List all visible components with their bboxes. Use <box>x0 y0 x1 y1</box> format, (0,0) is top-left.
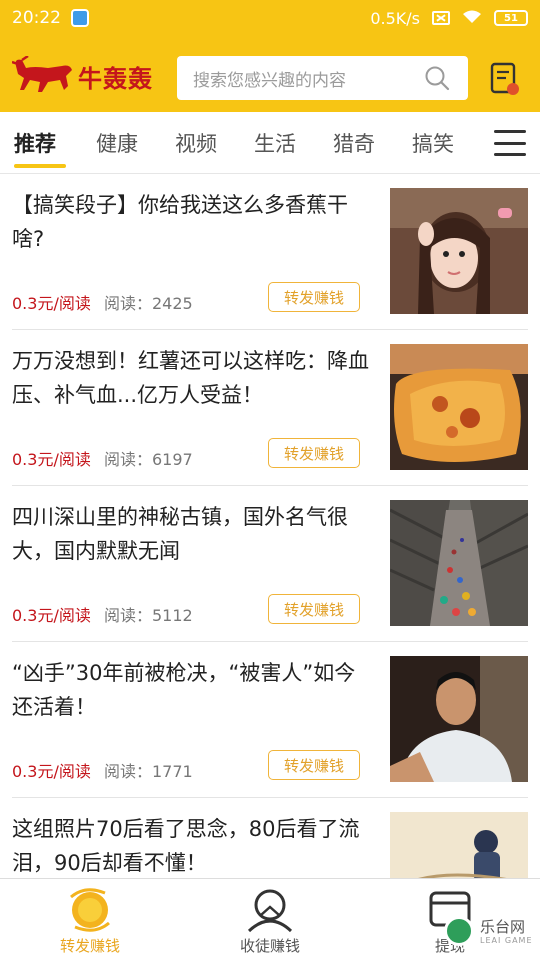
tab-video[interactable]: 视频 <box>175 128 217 158</box>
nav-share-earn[interactable]: 转发赚钱 <box>20 879 160 960</box>
article-title[interactable]: “凶手”30年前被枪决，“被害人”如今还活着！ <box>12 656 374 724</box>
apprentice-icon <box>247 889 293 933</box>
article-thumbnail[interactable] <box>390 188 528 314</box>
article-title[interactable]: 这组照片70后看了思念，80后看了流泪，90后却看不懂！ <box>12 812 374 878</box>
app-header: 牛轰轰 搜索您感兴趣的内容 <box>0 36 540 112</box>
logo-text: 牛轰轰 <box>78 64 153 93</box>
active-tab-indicator <box>14 164 66 168</box>
status-time: 20:22 <box>12 8 61 28</box>
share-earn-button[interactable]: 转发赚钱 <box>268 594 360 624</box>
list-item[interactable]: 万万没想到！红薯还可以这样吃：降血压、补气血...亿万人受益！ 0.3元/阅读 … <box>12 330 528 486</box>
watermark-text: 乐台网 <box>480 918 526 936</box>
app-logo[interactable]: 牛轰轰 <box>12 56 153 96</box>
site-watermark: 乐台网 LEAI GAME <box>444 912 538 956</box>
price-per-read: 0.3元/阅读 <box>12 606 91 625</box>
price-per-read: 0.3元/阅读 <box>12 450 91 469</box>
watermark-subtext: LEAI GAME <box>480 936 533 945</box>
article-thumbnail[interactable] <box>390 500 528 626</box>
price-per-read: 0.3元/阅读 <box>12 294 91 313</box>
list-item[interactable]: “凶手”30年前被枪决，“被害人”如今还活着！ 0.3元/阅读 阅读：1771 … <box>12 642 528 798</box>
coin-icon <box>70 888 110 932</box>
watermark-logo-icon <box>444 916 474 946</box>
list-item[interactable]: 四川深山里的神秘古镇，国外名气很大，国内默默无闻 0.3元/阅读 阅读：5112… <box>12 486 528 642</box>
bull-logo-icon <box>12 56 73 92</box>
list-item[interactable]: 这组照片70后看了思念，80后看了流泪，90后却看不懂！ <box>12 798 528 878</box>
read-count: 阅读：5112 <box>104 606 193 625</box>
tab-life[interactable]: 生活 <box>254 128 296 158</box>
article-title[interactable]: 四川深山里的神秘古镇，国外名气很大，国内默默无闻 <box>12 500 374 568</box>
network-speed: 0.5K/s <box>370 8 420 28</box>
message-icon[interactable] <box>490 62 520 96</box>
read-count: 阅读：2425 <box>104 294 193 313</box>
list-item[interactable]: 【搞笑段子】你给我送这么多香蕉干啥? 0.3元/阅读 阅读：2425 转发赚钱 <box>12 174 528 330</box>
article-title[interactable]: 【搞笑段子】你给我送这么多香蕉干啥? <box>12 188 374 256</box>
wifi-icon <box>462 9 482 28</box>
search-icon[interactable] <box>424 65 450 91</box>
share-earn-button[interactable]: 转发赚钱 <box>268 438 360 468</box>
share-earn-button[interactable]: 转发赚钱 <box>268 282 360 312</box>
search-input[interactable]: 搜索您感兴趣的内容 <box>177 56 468 100</box>
search-placeholder: 搜索您感兴趣的内容 <box>193 70 346 91</box>
category-tabs: 推荐 健康 视频 生活 猎奇 搞笑 <box>0 112 540 174</box>
battery-icon: 51 <box>494 10 528 26</box>
tab-funny[interactable]: 搞笑 <box>412 128 454 158</box>
article-feed: 【搞笑段子】你给我送这么多香蕉干啥? 0.3元/阅读 阅读：2425 转发赚钱 … <box>0 174 540 878</box>
nav-label: 转发赚钱 <box>59 937 120 955</box>
article-thumbnail[interactable] <box>390 344 528 470</box>
no-sim-icon <box>432 11 450 25</box>
price-per-read: 0.3元/阅读 <box>12 762 91 781</box>
tab-health[interactable]: 健康 <box>96 128 138 158</box>
app-notification-icon <box>71 9 89 27</box>
nav-recruit-earn[interactable]: 收徒赚钱 <box>200 879 340 960</box>
article-thumbnail[interactable] <box>390 656 528 782</box>
share-earn-button[interactable]: 转发赚钱 <box>268 750 360 780</box>
status-bar: 20:22 0.5K/s 51 <box>0 0 540 36</box>
read-count: 阅读：6197 <box>104 450 193 469</box>
tab-curious[interactable]: 猎奇 <box>333 128 375 158</box>
nav-label: 收徒赚钱 <box>239 937 300 955</box>
article-title[interactable]: 万万没想到！红薯还可以这样吃：降血压、补气血...亿万人受益！ <box>12 344 374 412</box>
article-thumbnail[interactable] <box>390 812 528 878</box>
read-count: 阅读：1771 <box>104 762 193 781</box>
menu-icon[interactable] <box>494 130 526 156</box>
tab-recommend[interactable]: 推荐 <box>14 128 56 158</box>
